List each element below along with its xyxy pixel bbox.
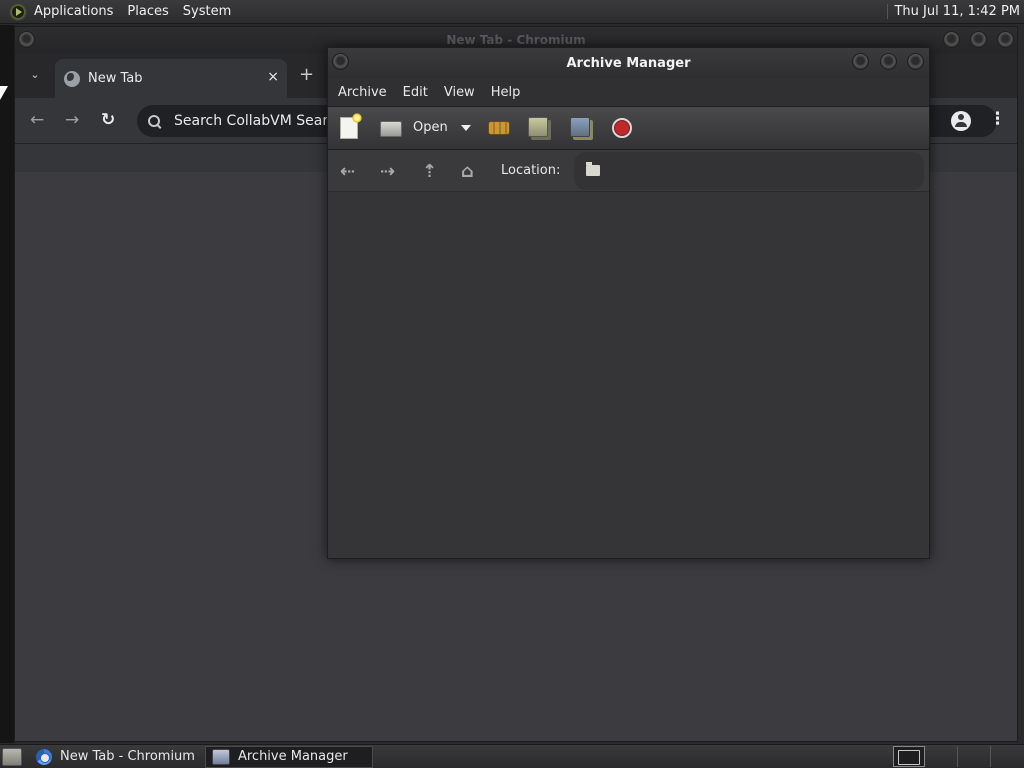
workspace-switcher-2[interactable] (926, 746, 958, 767)
location-bar: ⇠ ⇢ ⇡ ⌂ Location: (328, 150, 929, 192)
taskbar-item-label: New Tab - Chromium (60, 749, 195, 764)
gnome-foot-icon[interactable] (9, 2, 27, 21)
tab-search-icon[interactable]: ⌄ (27, 68, 43, 84)
reload-button[interactable]: ↻ (101, 110, 115, 130)
maximize-icon[interactable] (970, 31, 987, 48)
chrome-menu-button[interactable]: ⋮ (989, 109, 1006, 129)
tab-title: New Tab (88, 71, 143, 86)
globe-icon (64, 70, 80, 87)
places-menu[interactable]: Places (120, 0, 175, 24)
close-icon[interactable] (907, 53, 924, 70)
applications-menu[interactable]: Applications (27, 0, 120, 24)
location-label: Location: (501, 163, 561, 178)
maximize-icon[interactable] (880, 53, 897, 70)
show-desktop-icon[interactable] (2, 747, 22, 766)
minimize-icon[interactable] (852, 53, 869, 70)
archive-manager-icon (211, 748, 230, 765)
taskbar-item-chromium[interactable]: New Tab - Chromium (30, 746, 201, 768)
profile-icon[interactable] (951, 111, 971, 131)
clock[interactable]: Thu Jul 11, 1:42 PM (887, 4, 1020, 19)
tab-new-tab[interactable]: New Tab × (55, 59, 287, 98)
up-icon[interactable]: ⇡ (422, 161, 437, 182)
taskbar-item-label: Archive Manager (237, 749, 348, 764)
menu-edit[interactable]: Edit (397, 85, 434, 100)
archive-manager-window: Archive Manager Archive Edit View Help O… (327, 47, 930, 559)
bottom-taskbar: New Tab - Chromium Archive Manager (0, 744, 1024, 768)
forward-button[interactable]: → (65, 110, 79, 130)
archive-window-title: Archive Manager (566, 55, 691, 71)
chromium-window-title: New Tab - Chromium (446, 33, 586, 47)
mouse-cursor-icon (0, 86, 8, 100)
menu-archive[interactable]: Archive (332, 85, 393, 100)
folder-icon (586, 162, 600, 176)
window-menu-icon[interactable] (332, 53, 349, 70)
back-icon[interactable]: ⇠ (340, 161, 355, 182)
back-button[interactable]: ← (30, 110, 44, 130)
top-panel: Applications Places System Thu Jul 11, 1… (0, 0, 1024, 24)
menu-help[interactable]: Help (485, 85, 527, 100)
desktop-edge (0, 25, 14, 743)
add-folder-icon[interactable] (570, 117, 590, 137)
minimize-icon[interactable] (943, 31, 960, 48)
archive-menubar: Archive Edit View Help (328, 78, 929, 106)
stop-icon[interactable] (612, 118, 632, 138)
close-icon[interactable] (997, 31, 1014, 48)
new-archive-icon[interactable] (340, 113, 362, 139)
chromium-icon (36, 748, 52, 765)
new-tab-button[interactable]: + (299, 64, 314, 85)
archive-titlebar[interactable]: Archive Manager (328, 48, 929, 78)
open-button-label[interactable]: Open (413, 120, 448, 135)
workspace-switcher-1[interactable] (893, 746, 925, 767)
forward-icon[interactable]: ⇢ (380, 161, 395, 182)
home-icon[interactable]: ⌂ (461, 161, 474, 182)
location-field[interactable] (574, 152, 924, 190)
search-icon (148, 115, 160, 127)
taskbar-item-archive-manager[interactable]: Archive Manager (204, 745, 373, 768)
file-list-area[interactable] (328, 193, 929, 558)
tab-close-icon[interactable]: × (267, 69, 279, 85)
system-menu[interactable]: System (176, 0, 238, 24)
extract-icon[interactable] (488, 121, 510, 135)
window-menu-icon[interactable] (18, 31, 35, 48)
archive-toolbar: Open (328, 106, 929, 150)
open-recent-dropdown-icon[interactable] (461, 125, 471, 131)
menu-view[interactable]: View (438, 85, 481, 100)
open-archive-icon[interactable] (380, 121, 402, 137)
add-files-icon[interactable] (528, 117, 548, 137)
workspace-switcher-3[interactable] (959, 746, 991, 767)
